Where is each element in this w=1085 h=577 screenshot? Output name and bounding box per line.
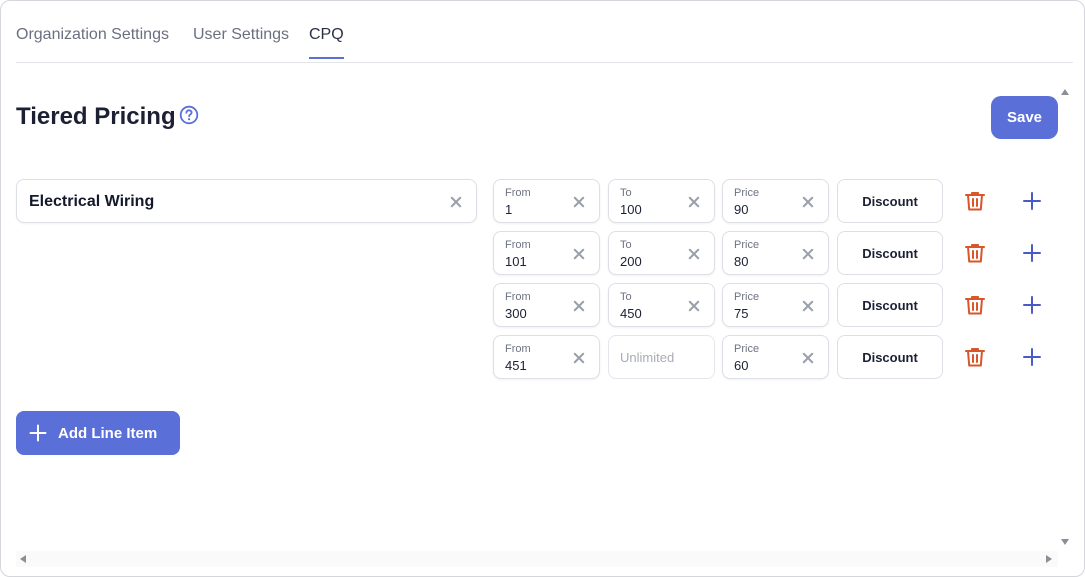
tier-from-label: From <box>505 291 531 303</box>
tier-from-label: From <box>505 343 531 355</box>
tier-to-value: 200 <box>620 254 642 269</box>
trash-icon[interactable] <box>963 241 987 265</box>
tier-price-field[interactable]: Price 75 <box>722 283 829 327</box>
trash-icon[interactable] <box>963 293 987 317</box>
tier-price-value: 80 <box>734 254 749 269</box>
tier-from-value: 101 <box>505 254 527 269</box>
discount-button[interactable]: Discount <box>837 283 943 327</box>
tier-from-field[interactable]: From 1 <box>493 179 600 223</box>
tier-price-label: Price <box>734 187 760 199</box>
tier-price-field[interactable]: Price 60 <box>722 335 829 379</box>
tab-organization-settings[interactable]: Organization Settings <box>16 26 169 58</box>
save-button[interactable]: Save <box>991 96 1058 139</box>
tier-to-label: To <box>620 187 632 199</box>
line-item-name-field[interactable]: Electrical Wiring <box>16 179 477 223</box>
tier-row: From 451 Unlimited Price 60 Discount <box>493 335 1053 379</box>
clear-to-icon[interactable] <box>687 195 701 209</box>
add-line-item-label: Add Line Item <box>58 424 158 442</box>
trash-icon[interactable] <box>963 189 987 213</box>
scroll-down-arrow-icon[interactable] <box>1061 539 1069 545</box>
clear-price-icon[interactable] <box>801 247 815 261</box>
tier-price-value: 60 <box>734 358 749 373</box>
line-item-name-value: Electrical Wiring <box>29 193 155 210</box>
add-line-item-button[interactable]: Add Line Item <box>16 411 180 455</box>
clear-price-icon[interactable] <box>801 299 815 313</box>
plus-icon[interactable] <box>1022 191 1042 211</box>
tier-price-field[interactable]: Price 90 <box>722 179 829 223</box>
tier-row: From 300 To 450 Price 75 Discount <box>493 283 1053 327</box>
plus-icon[interactable] <box>1022 243 1042 263</box>
tier-to-field[interactable]: Unlimited <box>608 335 715 379</box>
tier-from-field[interactable]: From 451 <box>493 335 600 379</box>
trash-icon[interactable] <box>963 345 987 369</box>
discount-button[interactable]: Discount <box>837 231 943 275</box>
tab-cpq[interactable]: CPQ <box>309 26 344 59</box>
scroll-left-arrow-icon[interactable] <box>20 555 26 563</box>
tier-price-field[interactable]: Price 80 <box>722 231 829 275</box>
plus-icon[interactable] <box>1022 295 1042 315</box>
clear-from-icon[interactable] <box>572 195 586 209</box>
tier-to-value: 450 <box>620 306 642 321</box>
tab-user-settings[interactable]: User Settings <box>193 26 289 58</box>
tier-from-field[interactable]: From 300 <box>493 283 600 327</box>
title-row: Tiered Pricing <box>16 103 199 131</box>
clear-price-icon[interactable] <box>801 351 815 365</box>
tier-from-label: From <box>505 187 531 199</box>
discount-button[interactable]: Discount <box>837 179 943 223</box>
page-title: Tiered Pricing <box>16 103 176 130</box>
tier-price-value: 90 <box>734 202 749 217</box>
tier-to-value: 100 <box>620 202 642 217</box>
plus-icon[interactable] <box>1022 347 1042 367</box>
tier-to-field[interactable]: To 100 <box>608 179 715 223</box>
tier-to-field[interactable]: To 200 <box>608 231 715 275</box>
tier-from-field[interactable]: From 101 <box>493 231 600 275</box>
plus-icon <box>29 424 47 442</box>
tier-row: From 101 To 200 Price 80 Discount <box>493 231 1053 275</box>
clear-from-icon[interactable] <box>572 247 586 261</box>
tier-from-value: 1 <box>505 202 513 217</box>
tier-price-label: Price <box>734 239 760 251</box>
tier-price-label: Price <box>734 291 760 303</box>
tier-from-value: 300 <box>505 306 527 321</box>
horizontal-scrollbar[interactable] <box>16 551 1058 567</box>
clear-from-icon[interactable] <box>572 351 586 365</box>
tier-from-label: From <box>505 239 531 251</box>
tier-from-value: 451 <box>505 358 527 373</box>
clear-name-icon[interactable] <box>449 195 463 209</box>
tier-to-label: To <box>620 239 632 251</box>
tier-price-value: 75 <box>734 306 749 321</box>
tier-to-placeholder: Unlimited <box>620 350 675 365</box>
clear-to-icon[interactable] <box>687 299 701 313</box>
question-circle-icon[interactable] <box>179 105 199 125</box>
settings-tabs: Organization Settings User Settings CPQ <box>16 1 1073 63</box>
scroll-up-arrow-icon[interactable] <box>1061 89 1069 95</box>
tier-row: From 1 To 100 Price 90 Discount <box>493 179 1053 223</box>
discount-button[interactable]: Discount <box>837 335 943 379</box>
settings-window: Organization Settings User Settings CPQ … <box>0 0 1085 577</box>
tier-price-label: Price <box>734 343 760 355</box>
tier-to-field[interactable]: To 450 <box>608 283 715 327</box>
scroll-right-arrow-icon[interactable] <box>1046 555 1052 563</box>
clear-to-icon[interactable] <box>687 247 701 261</box>
tier-to-label: To <box>620 291 632 303</box>
clear-from-icon[interactable] <box>572 299 586 313</box>
clear-price-icon[interactable] <box>801 195 815 209</box>
